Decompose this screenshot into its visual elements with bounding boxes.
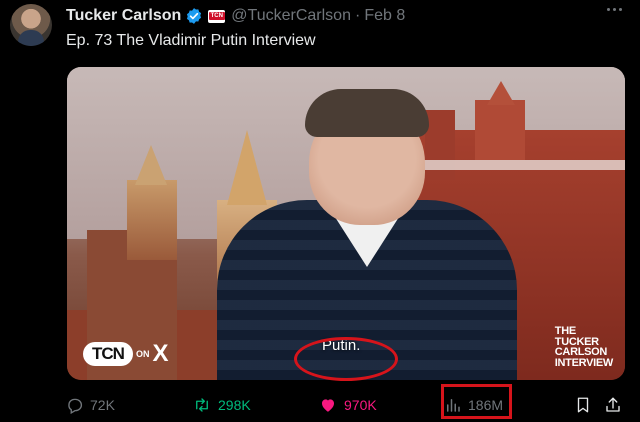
tweet-date[interactable]: Feb 8	[364, 7, 405, 25]
more-options-icon[interactable]	[607, 8, 622, 11]
tweet-text: Ep. 73 The Vladimir Putin Interview	[66, 32, 316, 49]
separator-dot: ·	[354, 7, 361, 24]
reply-count: 72K	[90, 397, 115, 413]
tweet-actions: 72K 298K 970K 186M	[66, 392, 632, 418]
tucker-carlson-interview-watermark: THE TUCKER CARLSON INTERVIEW	[554, 325, 614, 369]
tweet-header: Tucker Carlson TCN @TuckerCarlson · Feb …	[66, 6, 405, 26]
reply-icon	[68, 398, 83, 414]
tcn-logo-text: TCN	[83, 342, 133, 366]
caption-highlight-annotation	[294, 337, 398, 381]
bookmark-icon	[577, 397, 589, 413]
share-button[interactable]	[604, 392, 622, 418]
repost-button[interactable]: 298K	[192, 392, 251, 418]
author-display-name[interactable]: Tucker Carlson	[66, 7, 181, 25]
bookmark-button[interactable]	[574, 392, 592, 418]
verified-badge-icon[interactable]	[185, 7, 203, 25]
x-logo-icon: X	[152, 340, 169, 367]
video-subject	[217, 87, 517, 380]
reply-button[interactable]: 72K	[66, 392, 115, 418]
tcn-on-x-logo: TCN ON X	[83, 342, 168, 366]
author-handle[interactable]: @TuckerCarlson	[231, 7, 351, 25]
affiliation-badge-text: TCN	[208, 12, 225, 20]
like-count: 970K	[344, 397, 377, 413]
share-icon	[606, 397, 620, 412]
tcn-on-text: ON	[135, 349, 150, 359]
video-media[interactable]: TCN ON X THE TUCKER CARLSON INTERVIEW Pu…	[67, 67, 625, 380]
views-highlight-annotation	[441, 384, 512, 419]
repost-count: 298K	[218, 397, 251, 413]
repost-icon	[196, 398, 208, 412]
tcn-affiliation-badge-icon[interactable]: TCN	[208, 9, 226, 23]
author-avatar[interactable]	[10, 4, 52, 46]
like-button[interactable]: 970K	[318, 392, 377, 418]
heart-icon	[322, 399, 334, 412]
